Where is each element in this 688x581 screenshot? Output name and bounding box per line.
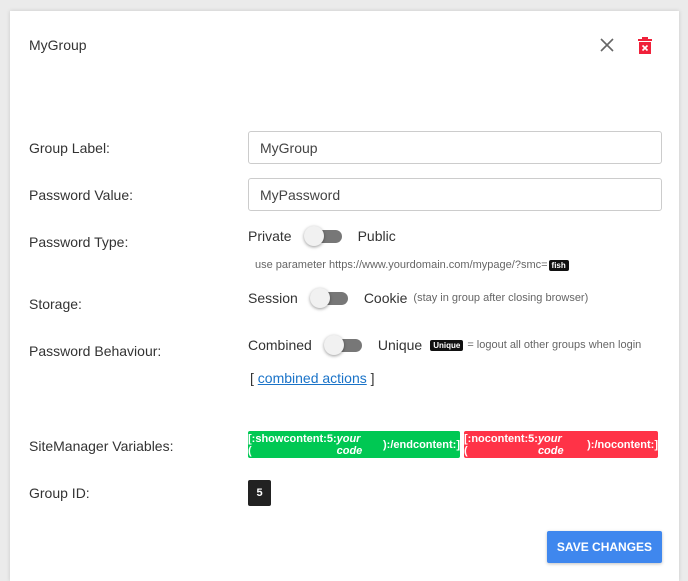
password-type-label: Password Type: xyxy=(29,234,129,250)
group-label-input[interactable] xyxy=(248,131,662,164)
unique-label: Unique xyxy=(377,337,423,353)
combined-label: Combined xyxy=(248,337,312,353)
unique-badge: Unique xyxy=(430,339,464,351)
nocontent-variable[interactable]: [:nocontent:5:(your code ):/nocontent:] xyxy=(464,431,658,458)
group-id-badge: 5 xyxy=(248,480,271,506)
private-label: Private xyxy=(248,228,292,244)
storage-note: (stay in group after closing browser) xyxy=(413,292,589,304)
var-text: ):/endcontent:] xyxy=(383,438,460,451)
close-icon[interactable] xyxy=(599,37,615,53)
storage-toggle[interactable] xyxy=(309,288,348,308)
behaviour-note: = logout all other groups when login xyxy=(467,339,642,351)
cookie-label: Cookie xyxy=(363,290,408,306)
group-id-label: Group ID: xyxy=(29,485,90,501)
save-changes-button[interactable]: SAVE CHANGES xyxy=(547,531,662,563)
session-label: Session xyxy=(248,290,298,306)
behaviour-label: Password Behaviour: xyxy=(29,343,162,359)
var-text: [:showcontent:5:( xyxy=(248,432,337,457)
hint-badge: fish xyxy=(548,259,569,271)
showcontent-variable[interactable]: [:showcontent:5:(your code ):/endcontent:… xyxy=(248,431,460,458)
password-type-hint: use parameter https://www.yourdomain.com… xyxy=(255,259,548,271)
combined-actions-link[interactable]: combined actions xyxy=(258,370,367,386)
group-dialog: MyGroup Group Label: Password Value: Pas… xyxy=(10,11,679,581)
storage-label: Storage: xyxy=(29,296,82,312)
variables-label: SiteManager Variables: xyxy=(29,438,174,454)
group-label-label: Group Label: xyxy=(29,140,110,156)
dialog-title: MyGroup xyxy=(29,37,87,53)
bracket: ] xyxy=(370,370,375,386)
bracket: [ xyxy=(250,370,254,386)
behaviour-toggle[interactable] xyxy=(323,335,362,355)
var-text: your code xyxy=(537,432,564,457)
password-value-label: Password Value: xyxy=(29,187,134,203)
var-text: [:nocontent:5:( xyxy=(464,432,538,457)
var-text: ):/nocontent:] xyxy=(587,438,658,451)
password-value-input[interactable] xyxy=(248,178,662,211)
var-text: your code xyxy=(336,432,363,457)
trash-icon[interactable] xyxy=(638,37,652,54)
public-label: Public xyxy=(357,228,396,244)
password-type-toggle[interactable] xyxy=(303,226,342,246)
